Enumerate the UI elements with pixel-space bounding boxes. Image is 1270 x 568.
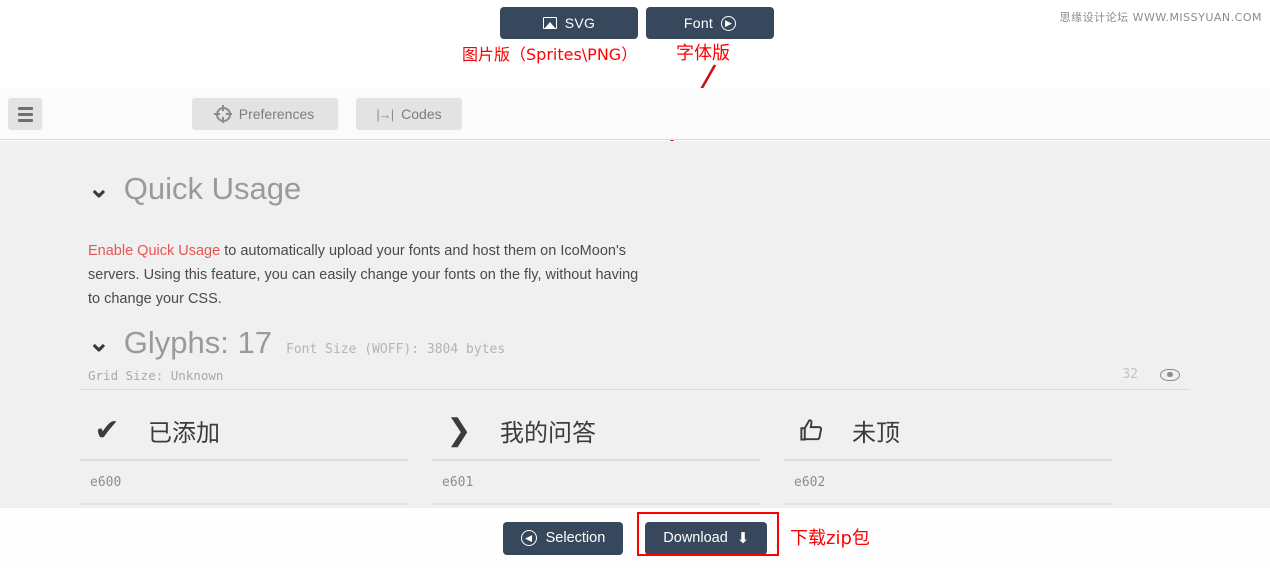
glyph-item[interactable]: ❯ 我的问答 e601 xyxy=(432,401,784,505)
menu-line xyxy=(17,106,33,110)
quick-usage-description: Enable Quick Usage to automatically uplo… xyxy=(88,239,646,311)
bottom-action-bar: ◀ Selection Download ⬇ xyxy=(0,508,1270,568)
chevron-right-icon: ❯ xyxy=(446,413,472,447)
glyph-view-controls: 32 xyxy=(1122,367,1180,382)
enable-quick-usage-link[interactable]: Enable Quick Usage xyxy=(88,243,220,259)
glyph-code[interactable]: e602 xyxy=(784,461,1112,503)
preferences-button[interactable]: Preferences xyxy=(192,98,338,130)
glyph-label: 未顶 xyxy=(852,418,900,447)
glyphs-title: Glyphs: 17 xyxy=(123,325,272,360)
menu-line xyxy=(17,112,33,116)
download-icon: ⬇ xyxy=(736,529,750,547)
annotation-download-zip: 下载zip包 xyxy=(790,528,870,549)
download-button[interactable]: Download ⬇ xyxy=(645,521,768,555)
top-strip: SVG Font ▶ 思缘设计论坛 WWW.MISSYUAN.COM 图片版（S… xyxy=(0,0,1270,88)
glyph-label: 我的问答 xyxy=(500,418,596,447)
selection-label: Selection xyxy=(545,530,606,546)
grid-size-label: Grid Size: Unknown xyxy=(88,368,224,383)
glyphs-header[interactable]: ⌄ Glyphs: 17 Font Size (WOFF): 3804 byte… xyxy=(0,325,505,361)
preferences-label: Preferences xyxy=(238,106,315,122)
circle-arrow-right-icon: ▶ xyxy=(721,15,737,31)
tab-indent-icon: |→| xyxy=(376,106,394,122)
font-size-label: Font Size (WOFF): 3804 bytes xyxy=(286,342,506,357)
toolbar: U+ fi Preferences |→| Codes ↩ ↪ 设置 xyxy=(0,88,1270,241)
codes-button[interactable]: |→| Codes xyxy=(356,98,462,130)
svg-tab-button[interactable]: SVG xyxy=(500,7,638,39)
chevron-down-icon[interactable]: ⌄ xyxy=(88,329,110,355)
annotation-font-version: 字体版 xyxy=(676,43,730,64)
glyph-size-value: 32 xyxy=(1122,367,1138,382)
codes-label: Codes xyxy=(401,106,442,122)
glyph-code[interactable]: e601 xyxy=(432,461,760,503)
circle-arrow-left-icon: ◀ xyxy=(520,530,537,546)
font-tab-button[interactable]: Font ▶ xyxy=(646,7,774,39)
font-tab-label: Font xyxy=(683,15,714,31)
quick-usage-title: Quick Usage xyxy=(123,171,302,206)
divider xyxy=(80,389,1190,390)
menu-line xyxy=(17,118,33,122)
glyph-item[interactable]: 未顶 e602 xyxy=(784,401,1136,505)
quick-usage-header[interactable]: ⌄ Quick Usage xyxy=(0,141,1270,207)
annotation-sprites: 图片版（Sprites\PNG） xyxy=(462,45,638,64)
image-icon xyxy=(542,17,557,29)
eye-icon[interactable] xyxy=(1160,368,1180,381)
gear-icon xyxy=(214,105,233,123)
glyph-label: 已添加 xyxy=(148,418,220,447)
thumbs-up-icon xyxy=(794,417,828,444)
chevron-down-icon[interactable]: ⌄ xyxy=(88,175,110,201)
hamburger-menu-icon[interactable] xyxy=(8,98,42,130)
download-label: Download xyxy=(663,530,728,546)
watermark: 思缘设计论坛 WWW.MISSYUAN.COM xyxy=(1059,11,1262,24)
main-content: ⌄ Quick Usage Enable Quick Usage to auto… xyxy=(0,141,1270,568)
glyph-code[interactable]: e600 xyxy=(80,461,408,503)
checkmark-icon: ✔ xyxy=(94,413,120,447)
svg-tab-label: SVG xyxy=(564,15,596,31)
selection-button[interactable]: ◀ Selection xyxy=(502,521,624,555)
glyph-item[interactable]: ✔ 已添加 e600 xyxy=(80,401,432,505)
